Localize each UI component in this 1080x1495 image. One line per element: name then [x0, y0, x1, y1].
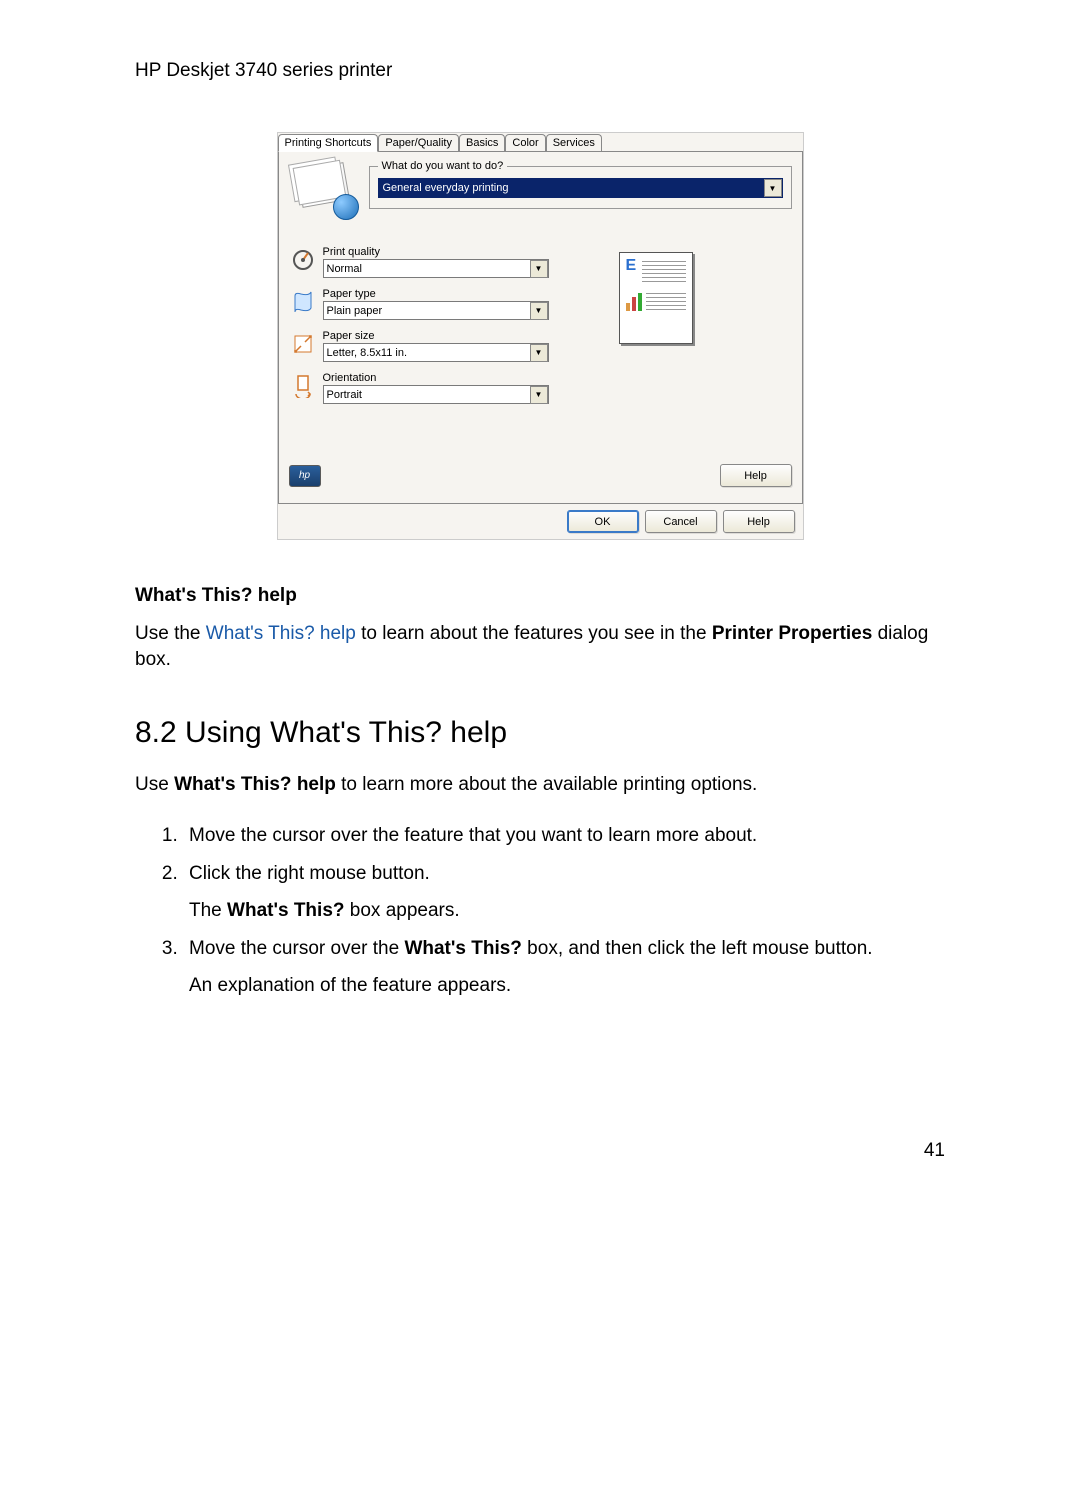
whats-this-help-link[interactable]: What's This? help: [206, 623, 356, 644]
document-header: HP Deskjet 3740 series printer: [135, 60, 945, 82]
printer-properties-dialog: Printing Shortcuts Paper/Quality Basics …: [277, 132, 804, 540]
page-number: 41: [135, 1140, 945, 1162]
text: Use: [135, 774, 174, 795]
option-row-orientation: Orientation Portrait ▼: [289, 372, 549, 404]
task-select-value: General everyday printing: [379, 182, 764, 194]
paragraph: Use What's This? help to learn more abou…: [135, 772, 945, 798]
print-quality-value: Normal: [324, 263, 530, 275]
paper-size-label: Paper size: [323, 330, 549, 342]
task-fieldset-legend: What do you want to do?: [378, 160, 508, 172]
step-2-sub: The What's This? box appears.: [189, 897, 945, 926]
paper-type-value: Plain paper: [324, 305, 530, 317]
paper-size-select[interactable]: Letter, 8.5x11 in. ▼: [323, 343, 549, 362]
text: box, and then click the left mouse butto…: [522, 938, 873, 959]
text: Click the right mouse button.: [189, 863, 430, 884]
tab-services[interactable]: Services: [546, 134, 602, 151]
text-bold: What's This?: [404, 938, 521, 959]
task-fieldset: What do you want to do? General everyday…: [369, 160, 792, 209]
option-row-print-quality: Print quality Normal ▼: [289, 246, 549, 278]
option-row-paper-type: Paper type Plain paper ▼: [289, 288, 549, 320]
orientation-select[interactable]: Portrait ▼: [323, 385, 549, 404]
steps-list: Move the cursor over the feature that yo…: [135, 822, 945, 1001]
dialog-footer: OK Cancel Help: [278, 504, 803, 539]
text: Move the cursor over the: [189, 938, 404, 959]
tab-basics[interactable]: Basics: [459, 134, 505, 151]
cancel-button[interactable]: Cancel: [645, 510, 717, 533]
subsection-heading: What's This? help: [135, 585, 945, 607]
paper-size-value: Letter, 8.5x11 in.: [324, 347, 530, 359]
text-bold: What's This?: [227, 900, 344, 921]
orientation-label: Orientation: [323, 372, 549, 384]
text-bold: What's This? help: [174, 774, 336, 795]
section-heading: 8.2 Using What's This? help: [135, 716, 945, 750]
chevron-down-icon[interactable]: ▼: [530, 386, 548, 404]
step-1: Move the cursor over the feature that yo…: [183, 822, 945, 851]
tab-color[interactable]: Color: [505, 134, 545, 151]
ok-button[interactable]: OK: [567, 510, 639, 533]
step-3-sub: An explanation of the feature appears.: [189, 972, 945, 1001]
text: Use the: [135, 623, 206, 644]
text: box appears.: [345, 900, 460, 921]
text: to learn more about the available printi…: [336, 774, 757, 795]
paper-type-label: Paper type: [323, 288, 549, 300]
panel-help-button[interactable]: Help: [720, 464, 792, 487]
print-quality-icon: [289, 246, 317, 274]
tab-panel: What do you want to do? General everyday…: [278, 151, 803, 504]
paper-type-icon: [289, 288, 317, 316]
text-bold: Printer Properties: [712, 623, 873, 644]
chevron-down-icon[interactable]: ▼: [530, 260, 548, 278]
hp-logo-button[interactable]: hp: [289, 465, 321, 487]
tab-strip: Printing Shortcuts Paper/Quality Basics …: [278, 133, 803, 151]
orientation-value: Portrait: [324, 389, 530, 401]
chevron-down-icon[interactable]: ▼: [530, 344, 548, 362]
step-3: Move the cursor over the What's This? bo…: [183, 935, 945, 1000]
orientation-icon: [289, 372, 317, 400]
tab-paper-quality[interactable]: Paper/Quality: [378, 134, 459, 151]
text: to learn about the features you see in t…: [356, 623, 712, 644]
tab-printing-shortcuts[interactable]: Printing Shortcuts: [278, 134, 379, 152]
chevron-down-icon[interactable]: ▼: [530, 302, 548, 320]
print-quality-label: Print quality: [323, 246, 549, 258]
footer-help-button[interactable]: Help: [723, 510, 795, 533]
option-row-paper-size: Paper size Letter, 8.5x11 in. ▼: [289, 330, 549, 362]
page-preview: E: [619, 252, 693, 414]
paper-type-select[interactable]: Plain paper ▼: [323, 301, 549, 320]
print-quality-select[interactable]: Normal ▼: [323, 259, 549, 278]
paragraph: Use the What's This? help to learn about…: [135, 621, 945, 672]
text: The: [189, 900, 227, 921]
task-select[interactable]: General everyday printing ▼: [378, 178, 783, 198]
step-2: Click the right mouse button. The What's…: [183, 860, 945, 925]
paper-size-icon: [289, 330, 317, 358]
chevron-down-icon[interactable]: ▼: [764, 179, 782, 197]
shortcut-illustration-icon: [289, 160, 369, 220]
